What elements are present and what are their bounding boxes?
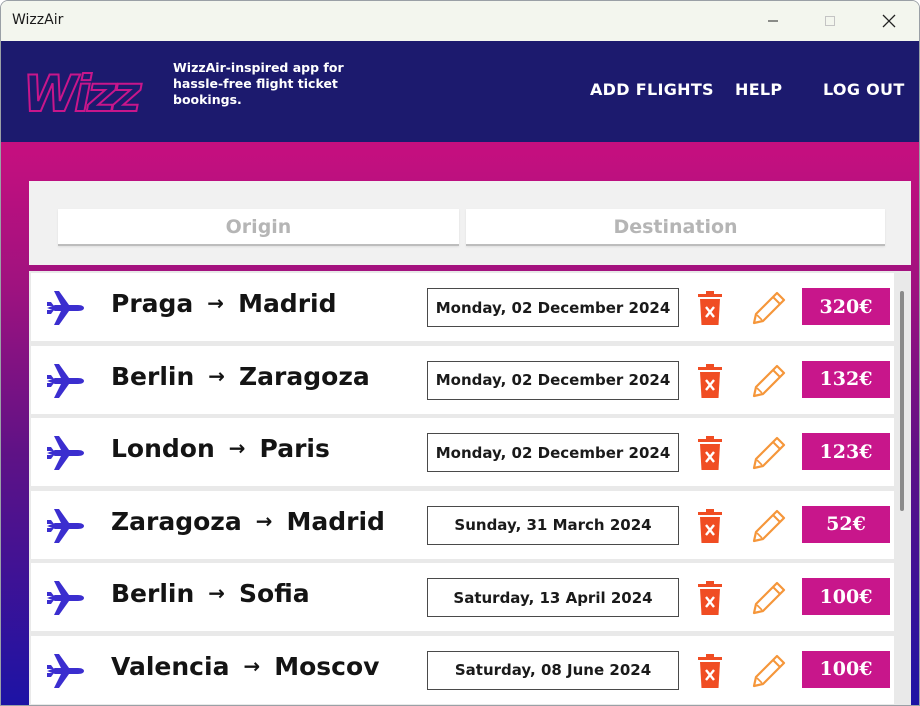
- flight-route: Praga → Madrid: [111, 289, 337, 318]
- title-bar: WizzAir: [1, 1, 919, 41]
- flight-list-scrollbar[interactable]: [900, 291, 904, 511]
- flight-route: Zaragoza → Madrid: [111, 507, 385, 536]
- flight-row[interactable]: Berlin → Zaragoza Monday, 02 December 2024 1…: [31, 345, 894, 414]
- wizz-logo: Wizz: [22, 65, 147, 121]
- flight-route: London → Paris: [111, 434, 330, 463]
- add-flights-link[interactable]: ADD FLIGHTS: [590, 80, 714, 99]
- flight-row[interactable]: London → Paris Monday, 02 December 2024 123€: [31, 418, 894, 486]
- maximize-icon: [825, 16, 835, 26]
- trash-icon[interactable]: [697, 508, 723, 544]
- flight-price[interactable]: 320€: [802, 288, 890, 325]
- flight-destination: Paris: [259, 434, 330, 463]
- svg-text:Wizz: Wizz: [23, 65, 142, 121]
- airplane-icon: [45, 433, 85, 473]
- flight-date: Saturday, 08 June 2024: [427, 650, 679, 690]
- log-out-link[interactable]: LOG OUT: [823, 80, 905, 99]
- flight-row[interactable]: Zaragoza → Madrid Sunday, 31 March 2024 52€: [31, 490, 894, 559]
- flight-date: Monday, 02 December 2024: [427, 433, 679, 472]
- main-content: Praga → Madrid Monday, 02 December 2024 320€…: [1, 142, 919, 705]
- airplane-icon: [45, 361, 85, 401]
- airplane-icon: [45, 288, 85, 328]
- airplane-icon: [45, 506, 85, 546]
- maximize-button[interactable]: [802, 1, 858, 41]
- flight-route: Berlin → Zaragoza: [111, 362, 370, 391]
- trash-icon[interactable]: [697, 435, 723, 471]
- flight-date: Saturday, 13 April 2024: [427, 578, 679, 617]
- pencil-icon[interactable]: [751, 435, 787, 471]
- window-title: WizzAir: [12, 12, 64, 28]
- flight-route: Berlin → Sofia: [111, 579, 310, 608]
- flight-destination: Madrid: [238, 289, 337, 318]
- flight-destination: Moscov: [274, 651, 380, 681]
- trash-icon[interactable]: [697, 290, 723, 326]
- pencil-icon[interactable]: [751, 580, 787, 616]
- close-button[interactable]: [861, 1, 917, 41]
- flight-list[interactable]: Praga → Madrid Monday, 02 December 2024 320€…: [29, 271, 911, 705]
- flight-origin: Praga: [111, 289, 194, 318]
- close-icon: [882, 14, 896, 28]
- airplane-icon: [45, 578, 85, 618]
- trash-icon[interactable]: [697, 580, 723, 616]
- search-panel: [29, 181, 911, 265]
- flight-date: Monday, 02 December 2024: [427, 288, 679, 327]
- route-arrow-icon: →: [228, 436, 246, 460]
- flight-price[interactable]: 100€: [802, 650, 890, 688]
- route-arrow-icon: →: [207, 291, 225, 315]
- flight-origin: Berlin: [111, 579, 195, 608]
- minimize-button[interactable]: [745, 1, 801, 41]
- route-arrow-icon: →: [255, 508, 273, 533]
- airplane-icon: [45, 651, 85, 691]
- app-tagline: WizzAir-inspired app for hassle-free fli…: [173, 60, 344, 107]
- trash-icon[interactable]: [697, 653, 723, 689]
- route-arrow-icon: →: [208, 363, 226, 388]
- origin-input[interactable]: [58, 209, 459, 246]
- flight-date: Monday, 02 December 2024: [427, 360, 679, 400]
- flight-origin: Berlin: [111, 361, 195, 391]
- pencil-icon[interactable]: [751, 290, 787, 326]
- app-window: WizzAir Wizz WizzAir-inspired app for ha…: [0, 0, 920, 706]
- flight-origin: Valencia: [111, 651, 230, 681]
- destination-input[interactable]: [466, 209, 885, 246]
- pencil-icon[interactable]: [751, 653, 787, 689]
- route-arrow-icon: →: [208, 581, 226, 605]
- trash-icon[interactable]: [697, 363, 723, 399]
- flight-price[interactable]: 132€: [802, 360, 890, 398]
- flight-destination: Zaragoza: [239, 361, 370, 391]
- pencil-icon[interactable]: [751, 508, 787, 544]
- flight-row[interactable]: Valencia → Moscov Saturday, 08 June 2024 100…: [31, 635, 894, 704]
- flight-date: Sunday, 31 March 2024: [427, 505, 679, 545]
- pencil-icon[interactable]: [751, 363, 787, 399]
- flight-row[interactable]: Praga → Madrid Monday, 02 December 2024 320€: [31, 273, 894, 341]
- flight-destination: Sofia: [239, 579, 310, 608]
- flight-price[interactable]: 100€: [802, 578, 890, 615]
- flight-origin: Zaragoza: [111, 506, 242, 536]
- app-header: Wizz WizzAir-inspired app for hassle-fre…: [1, 41, 919, 142]
- minimize-icon: [768, 20, 778, 22]
- flight-price[interactable]: 123€: [802, 433, 890, 470]
- route-arrow-icon: →: [243, 653, 261, 678]
- flight-price[interactable]: 52€: [802, 505, 890, 543]
- flight-row[interactable]: Berlin → Sofia Saturday, 13 April 2024 100€: [31, 563, 894, 631]
- help-link[interactable]: HELP: [735, 80, 782, 99]
- flight-origin: London: [111, 434, 215, 463]
- flight-destination: Madrid: [286, 506, 385, 536]
- flight-route: Valencia → Moscov: [111, 652, 379, 681]
